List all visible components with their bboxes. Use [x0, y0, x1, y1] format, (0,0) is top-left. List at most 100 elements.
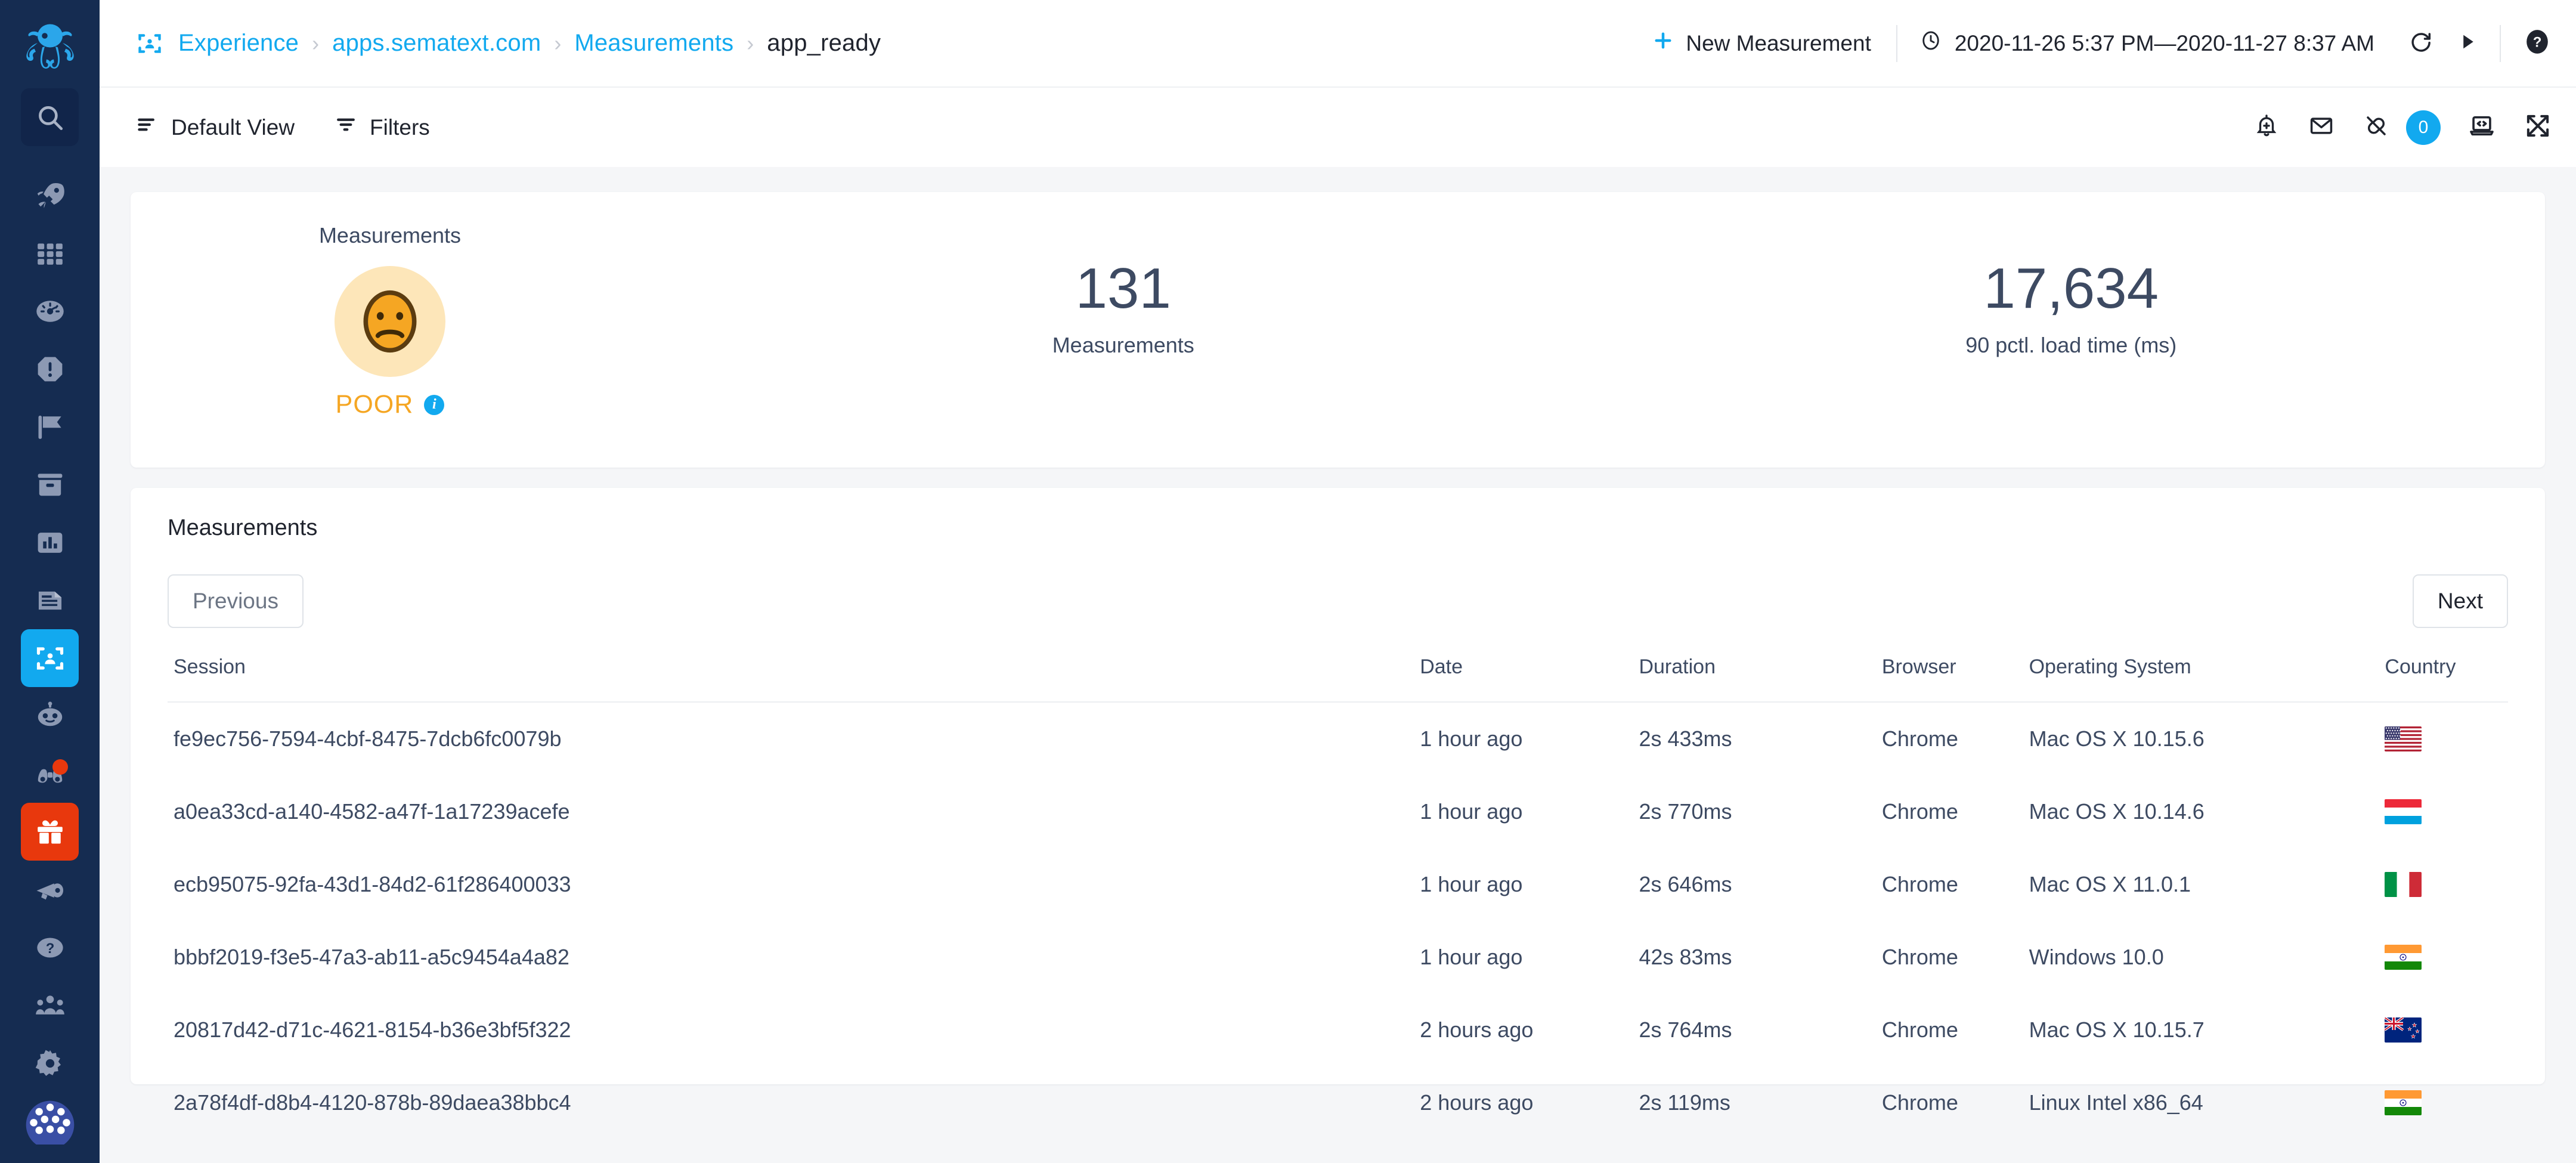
sidebar-item-experience[interactable]	[21, 629, 79, 687]
breadcrumb-separator: ›	[312, 30, 320, 55]
view-toolbar: Default View Filters 0	[100, 86, 2576, 167]
help-button[interactable]: ?	[2501, 28, 2551, 58]
megaphone-icon	[34, 874, 66, 906]
gear-icon	[35, 1048, 66, 1079]
table-row[interactable]: bbbf2019-f3e5-47a3-ab11-a5c9454a4a82 1 ho…	[168, 921, 2508, 994]
cell-date: 2 hours ago	[1420, 1017, 1534, 1042]
kpi-label: Measurements	[1052, 333, 1194, 357]
cell-session[interactable]: fe9ec756-7594-4cbf-8475-7dcb6fc0079b	[168, 702, 1420, 775]
rocket-icon	[35, 180, 66, 211]
table-row[interactable]: 2a78f4df-d8b4-4120-878b-89daea38bbc4 2 ho…	[168, 1066, 2508, 1139]
sidebar-item-announcements[interactable]	[21, 861, 79, 918]
cell-duration: 2s 433ms	[1639, 726, 1732, 751]
default-view-button[interactable]: Default View	[137, 114, 295, 141]
info-icon[interactable]: i	[424, 394, 445, 415]
embed-code-button[interactable]	[2454, 113, 2510, 142]
cell-session[interactable]: ecb95075-92fa-43d1-84d2-61f286400033	[168, 848, 1420, 921]
default-view-label: Default View	[171, 115, 295, 140]
sidebar-item-reports[interactable]	[21, 514, 79, 571]
sidebar-item-globe[interactable]	[21, 1092, 79, 1150]
rating-block: Measurements POOR i	[131, 223, 649, 419]
kpi-measurements: 131 Measurements	[649, 223, 1597, 358]
refresh-icon	[2409, 30, 2433, 57]
sidebar-item-settings[interactable]	[21, 1034, 79, 1092]
app-root: ? Experience › apps.sematext.com › Measu…	[0, 0, 2576, 1163]
sidebar-item-search[interactable]	[21, 88, 79, 146]
sidebar-item-monitoring[interactable]	[21, 282, 79, 340]
next-button[interactable]: Next	[2412, 574, 2508, 628]
summary-title: Measurements	[318, 223, 462, 248]
left-sidebar: ?	[0, 0, 100, 1163]
cell-country	[2385, 775, 2508, 848]
octopus-logo[interactable]	[17, 12, 83, 78]
sidebar-item-apps[interactable]	[21, 224, 79, 282]
column-header-os[interactable]: Operating System	[2029, 655, 2385, 703]
flag-it	[2385, 872, 2422, 897]
time-range-picker[interactable]: 2020-11-26 5:37 PM—2020-11-27 8:37 AM	[1897, 30, 2397, 57]
cell-country	[2385, 994, 2508, 1066]
cell-country	[2385, 702, 2508, 775]
gift-icon	[35, 816, 66, 847]
sidebar-item-inventory[interactable]	[21, 456, 79, 514]
new-measurement-button[interactable]: New Measurement	[1652, 30, 1896, 57]
sidebar-item-onboarding[interactable]	[21, 166, 79, 224]
breadcrumb-item-experience[interactable]: Experience	[178, 30, 299, 57]
column-header-country[interactable]: Country	[2385, 655, 2508, 703]
cell-session[interactable]: bbbf2019-f3e5-47a3-ab11-a5c9454a4a82	[168, 921, 1420, 994]
main-area: Experience › apps.sematext.com › Measure…	[100, 0, 2576, 1163]
table-row[interactable]: a0ea33cd-a140-4582-a47f-1a17239acefe 1 ho…	[168, 775, 2508, 848]
team-icon	[34, 989, 66, 1022]
cell-session[interactable]: 2a78f4df-d8b4-4120-878b-89daea38bbc4	[168, 1066, 1420, 1139]
bell-plus-icon	[2254, 113, 2279, 141]
cell-browser: Chrome	[1881, 726, 1958, 751]
previous-button[interactable]: Previous	[168, 574, 304, 628]
sidebar-item-events[interactable]	[21, 398, 79, 456]
column-header-session[interactable]: Session	[168, 655, 1420, 703]
sidebar-item-bot[interactable]	[21, 745, 79, 803]
cell-session[interactable]: a0ea33cd-a140-4582-a47f-1a17239acefe	[168, 775, 1420, 848]
frowning-face-icon	[335, 266, 445, 377]
email-report-button[interactable]	[2294, 113, 2349, 141]
filter-icon	[335, 114, 357, 141]
cell-browser: Chrome	[1881, 1017, 1958, 1042]
integrations-button[interactable]	[2349, 113, 2404, 141]
sidebar-item-help[interactable]: ?	[21, 918, 79, 976]
column-header-duration[interactable]: Duration	[1639, 655, 1882, 703]
archive-icon	[35, 469, 66, 500]
sidebar-item-alerts[interactable]	[21, 340, 79, 398]
svg-text:?: ?	[45, 941, 54, 957]
column-header-date[interactable]: Date	[1420, 655, 1639, 703]
flag-in	[2385, 945, 2422, 970]
cell-session[interactable]: 20817d42-d71c-4621-8154-b36e3bf5f322	[168, 994, 1420, 1066]
column-header-browser[interactable]: Browser	[1881, 655, 2029, 703]
table-row[interactable]: 20817d42-d71c-4621-8154-b36e3bf5f322 2 ho…	[168, 994, 2508, 1066]
flag-nz	[2385, 1017, 2422, 1043]
document-icon	[35, 585, 66, 616]
flag-lu	[2385, 799, 2422, 824]
cell-os: Mac OS X 10.15.7	[2029, 1017, 2205, 1042]
sidebar-item-team[interactable]	[21, 976, 79, 1034]
filters-button[interactable]: Filters	[335, 114, 430, 141]
sidebar-item-gift[interactable]	[21, 803, 79, 861]
status-badge[interactable]: 0	[2406, 110, 2441, 145]
fullscreen-button[interactable]	[2510, 113, 2551, 142]
table-row[interactable]: ecb95075-92fa-43d1-84d2-61f286400033 1 ho…	[168, 848, 2508, 921]
cell-date: 1 hour ago	[1420, 872, 1523, 896]
cell-os: Mac OS X 10.15.6	[2029, 726, 2205, 751]
cell-os: Linux Intel x86_64	[2029, 1090, 2203, 1115]
toolbar-actions: 0	[2239, 110, 2551, 145]
table-row[interactable]: fe9ec756-7594-4cbf-8475-7dcb6fc0079b 1 ho…	[168, 702, 2508, 775]
table-head: Session Date Duration Browser Operating …	[168, 655, 2508, 703]
cell-country	[2385, 848, 2508, 921]
breadcrumb-item-app[interactable]: apps.sematext.com	[332, 30, 541, 57]
create-alert-button[interactable]	[2239, 113, 2294, 141]
sidebar-item-synthetics[interactable]	[21, 687, 79, 745]
sidebar-item-logs[interactable]	[21, 571, 79, 629]
cell-date: 1 hour ago	[1420, 799, 1523, 824]
refresh-button[interactable]	[2397, 30, 2445, 57]
kpi-label: 90 pctl. load time (ms)	[1965, 333, 2177, 357]
breadcrumb-item-measurements[interactable]: Measurements	[574, 30, 733, 57]
cell-browser: Chrome	[1881, 799, 1958, 824]
play-button[interactable]	[2445, 31, 2490, 55]
envelope-icon	[2309, 113, 2334, 141]
